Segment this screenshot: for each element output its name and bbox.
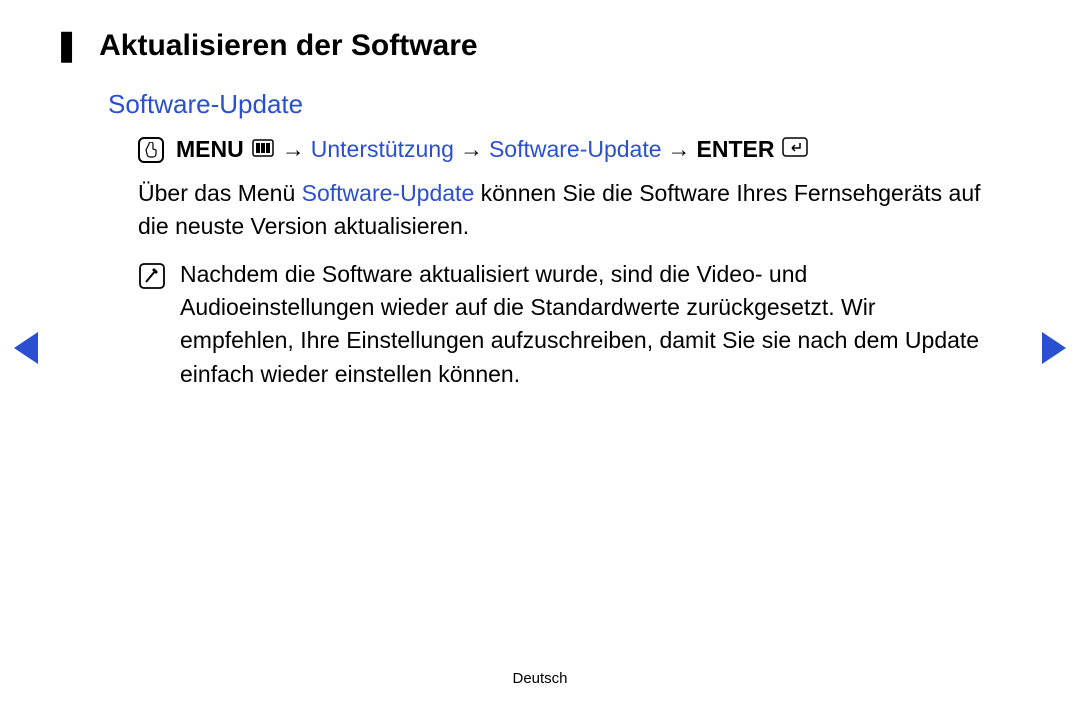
- enter-icon: [782, 136, 808, 163]
- body-paragraph: Über das Menü Software-Update können Sie…: [138, 177, 990, 244]
- menu-icon: [252, 136, 274, 163]
- arrow-2: →: [460, 136, 483, 163]
- arrow-3: →: [668, 136, 691, 163]
- body-highlight: Software-Update: [302, 180, 475, 206]
- body-pre: Über das Menü: [138, 180, 302, 206]
- note-icon: [138, 262, 166, 295]
- note-row: Nachdem die Software aktualisiert wurde,…: [138, 258, 990, 391]
- subtitle: Software-Update: [108, 89, 1030, 120]
- arrow-1: →: [282, 136, 305, 163]
- path-step-1: Unterstützung: [311, 136, 454, 163]
- note-text: Nachdem die Software aktualisiert wurde,…: [180, 258, 990, 391]
- page-title: Aktualisieren der Software: [99, 29, 477, 63]
- prev-page-button[interactable]: [14, 332, 38, 364]
- footer-language: Deutsch: [0, 670, 1080, 687]
- manual-page: ❚ Aktualisieren der Software Software-Up…: [0, 0, 1080, 705]
- next-page-button[interactable]: [1042, 332, 1066, 364]
- menu-path: MENU → Unterstützung → Software-Update →…: [138, 136, 1030, 163]
- path-step-2: Software-Update: [489, 136, 662, 163]
- title-row: ❚ Aktualisieren der Software: [54, 28, 1030, 63]
- section-bullet: ❚: [54, 28, 79, 63]
- touch-icon: [138, 137, 164, 163]
- enter-label: ENTER: [697, 136, 775, 163]
- menu-label: MENU: [176, 136, 244, 163]
